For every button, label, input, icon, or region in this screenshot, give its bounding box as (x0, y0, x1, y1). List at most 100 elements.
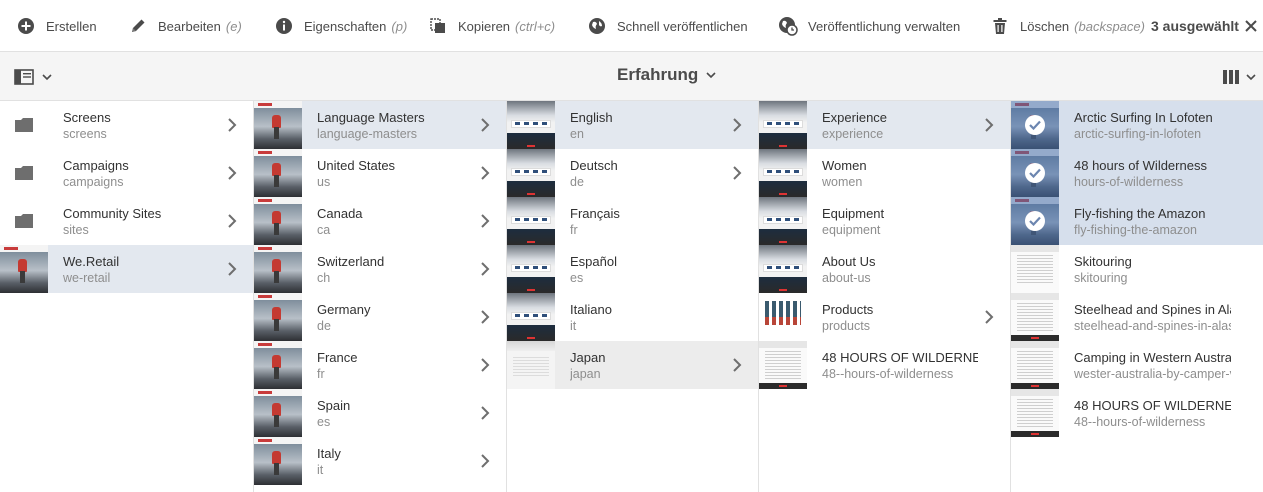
chevron-right-icon (481, 118, 490, 132)
site-thumbnail (254, 101, 302, 149)
quick-publish-button[interactable]: Schnell veröffentlichen (587, 0, 748, 52)
item-title: Camping in Western Australia (1074, 350, 1231, 365)
list-item[interactable]: 48 hours of Wilderness hours-of-wildernes… (1011, 149, 1263, 197)
item-title: About Us (822, 254, 876, 269)
page-thumbnail (759, 293, 807, 341)
page-title[interactable]: Erfahrung (617, 65, 716, 85)
list-item[interactable]: Español es (507, 245, 758, 293)
rail-icon (14, 69, 34, 85)
globe-icon (587, 16, 607, 36)
item-title: 48 hours of Wilderness (1074, 158, 1207, 173)
rail-toggle-button[interactable] (14, 66, 52, 88)
edit-button[interactable]: Bearbeiten (e) (128, 0, 242, 52)
item-name: de (570, 175, 584, 189)
create-button[interactable]: Erstellen (16, 0, 97, 52)
chevron-right-icon (481, 358, 490, 372)
item-title: Español (570, 254, 617, 269)
item-name: ca (317, 223, 331, 237)
site-thumbnail (254, 293, 302, 341)
action-bar: Erstellen Bearbeiten (e) Eigenschaften (… (0, 0, 1263, 52)
item-name: skitouring (1074, 271, 1128, 285)
list-item[interactable]: Camping in Western Australia wester-austr… (1011, 341, 1263, 389)
item-title: We.Retail (63, 254, 120, 269)
page-thumbnail (759, 101, 807, 149)
list-item[interactable]: Canada ca (254, 197, 506, 245)
manage-publication-button[interactable]: Veröffentlichung verwalten (778, 0, 960, 52)
list-item[interactable]: Deutsch de (507, 149, 758, 197)
item-name: fr (570, 223, 578, 237)
list-item[interactable]: Women women (759, 149, 1010, 197)
item-title: English (570, 110, 613, 125)
list-item[interactable]: France fr (254, 341, 506, 389)
item-title: Spain (317, 398, 351, 413)
list-item[interactable]: Equipment equipment (759, 197, 1010, 245)
list-item[interactable]: Italiano it (507, 293, 758, 341)
properties-button[interactable]: Eigenschaften (p) (274, 0, 407, 52)
item-name: es (317, 415, 331, 429)
pencil-icon (128, 16, 148, 36)
add-circle-icon (16, 16, 36, 36)
item-title: Experience (822, 110, 888, 125)
item-name: products (822, 319, 870, 333)
list-item[interactable]: 48 HOURS OF WILDERNESS 48--hours-of-wilde… (1011, 389, 1263, 437)
list-item[interactable]: Italy it (254, 437, 506, 485)
item-name: ch (317, 271, 331, 285)
list-item[interactable]: Products products (759, 293, 1010, 341)
item-name: japan (570, 367, 601, 381)
chevron-right-icon (481, 454, 490, 468)
list-item[interactable]: Steelhead and Spines in Alaska steelhead-… (1011, 293, 1263, 341)
page-thumbnail (507, 341, 555, 389)
copy-button[interactable]: Kopieren (ctrl+c) (428, 0, 555, 52)
copy-icon (428, 16, 448, 36)
item-name: de (317, 319, 331, 333)
info-icon (274, 16, 294, 36)
list-item[interactable]: Community Sites sites (0, 197, 253, 245)
list-item[interactable]: Français fr (507, 197, 758, 245)
view-switcher-button[interactable] (1222, 66, 1256, 88)
copy-label: Kopieren (458, 18, 511, 34)
chevron-right-icon (481, 406, 490, 420)
chevron-right-icon (228, 166, 237, 180)
item-name: 48--hours-of-wilderness (822, 367, 954, 381)
list-item[interactable]: Experience experience (759, 101, 1010, 149)
close-selection-icon[interactable] (1242, 17, 1260, 35)
list-item[interactable]: Skitouring skitouring (1011, 245, 1263, 293)
list-item[interactable]: Switzerland ch (254, 245, 506, 293)
item-title: Arctic Surfing In Lofoten (1074, 110, 1213, 125)
trash-icon (990, 16, 1010, 36)
list-item[interactable]: United States us (254, 149, 506, 197)
list-item[interactable]: Fly-fishing the Amazon fly-fishing-the-am… (1011, 197, 1263, 245)
column-language-masters: English en Deutsch de Français fr Español es… (507, 101, 759, 492)
delete-button[interactable]: Löschen (backspace) (990, 0, 1145, 52)
page-thumbnail (1011, 389, 1059, 437)
list-item[interactable]: Japan japan (507, 341, 758, 389)
item-title: Steelhead and Spines in Alaska (1074, 302, 1231, 317)
list-item[interactable]: Screens screens (0, 101, 253, 149)
chevron-down-icon (706, 72, 716, 79)
properties-label: Eigenschaften (304, 18, 387, 34)
list-item[interactable]: 48 HOURS OF WILDERNESS 48--hours-of-wilde… (759, 341, 1010, 389)
item-name: us (317, 175, 331, 189)
list-item[interactable]: Arctic Surfing In Lofoten arctic-surfing-… (1011, 101, 1263, 149)
site-thumbnail (254, 341, 302, 389)
properties-shortcut: (p) (391, 18, 408, 34)
list-item[interactable]: About Us about-us (759, 245, 1010, 293)
list-item[interactable]: We.Retail we-retail (0, 245, 253, 293)
list-item[interactable]: English en (507, 101, 758, 149)
chevron-right-icon (733, 166, 742, 180)
chevron-down-icon (1246, 74, 1256, 81)
item-name: language-masters (317, 127, 418, 141)
list-item[interactable]: Campaigns campaigns (0, 149, 253, 197)
manage-publication-label: Veröffentlichung verwalten (808, 18, 961, 34)
item-name: equipment (822, 223, 881, 237)
delete-label: Löschen (1020, 18, 1070, 34)
list-item[interactable]: Germany de (254, 293, 506, 341)
item-name: arctic-surfing-in-lofoten (1074, 127, 1202, 141)
list-item[interactable]: Spain es (254, 389, 506, 437)
item-title: France (317, 350, 358, 365)
item-title: United States (317, 158, 396, 173)
page-thumbnail (507, 245, 555, 293)
list-item[interactable]: Language Masters language-masters (254, 101, 506, 149)
create-label: Erstellen (46, 18, 97, 34)
item-name: sites (63, 223, 89, 237)
